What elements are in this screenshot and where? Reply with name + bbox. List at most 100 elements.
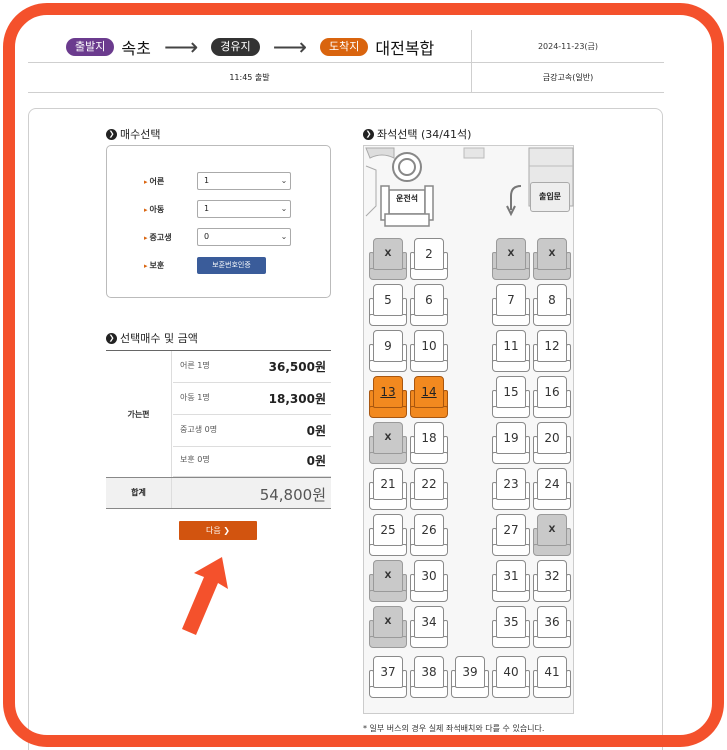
seat[interactable]: 19: [492, 422, 530, 466]
seat-number: 19: [496, 422, 526, 454]
seat-number: 18: [414, 422, 444, 454]
seat-number: 7: [496, 284, 526, 316]
veteran-cert-button[interactable]: 보훈번호인증: [197, 256, 266, 274]
seat-number: X: [373, 238, 403, 270]
bus-grade: 금강고속(일반): [542, 73, 594, 82]
count-label: 보훈: [144, 260, 165, 271]
seat[interactable]: 23: [492, 468, 530, 512]
count-section-title: ❯ 매수선택: [106, 126, 160, 142]
seat[interactable]: 35: [492, 606, 530, 650]
seat-number: 21: [373, 468, 403, 500]
travel-date: 2024-11-23(금): [537, 42, 599, 51]
seat[interactable]: 18: [410, 422, 448, 466]
seat[interactable]: 21: [369, 468, 407, 512]
seat-number: 32: [537, 560, 567, 592]
seat: X: [369, 560, 407, 604]
seat[interactable]: 40: [492, 656, 530, 700]
seat[interactable]: 32: [533, 560, 571, 604]
seat-number: 36: [537, 606, 567, 638]
seat-number: X: [537, 514, 567, 546]
seat-number: X: [537, 238, 567, 270]
seat-number: 30: [414, 560, 444, 592]
seat-number: 14: [414, 376, 444, 408]
seat[interactable]: 26: [410, 514, 448, 558]
seat[interactable]: 12: [533, 330, 571, 374]
seat[interactable]: 41: [533, 656, 571, 700]
departure-tag: 출발지: [66, 37, 115, 56]
bullet-icon: ❯: [363, 128, 374, 140]
adult-count-select[interactable]: 1 ⌄: [197, 172, 291, 190]
seat: X: [369, 238, 407, 282]
seat[interactable]: 30: [410, 560, 448, 604]
seat[interactable]: 15: [492, 376, 530, 420]
seat[interactable]: 36: [533, 606, 571, 650]
summary-section-title: ❯ 선택매수 및 금액: [106, 330, 198, 346]
seat: X: [369, 606, 407, 650]
seat[interactable]: 38: [410, 656, 448, 700]
next-button[interactable]: 다음 ❯: [179, 521, 257, 540]
seat[interactable]: 14: [410, 376, 448, 420]
seat-number: 24: [537, 468, 567, 500]
seat-number: 40: [496, 656, 526, 688]
seat-number: 15: [496, 376, 526, 408]
seat[interactable]: 5: [369, 284, 407, 328]
seat[interactable]: 16: [533, 376, 571, 420]
seat[interactable]: 2: [410, 238, 448, 282]
chevron-down-icon: ⌄: [280, 232, 288, 241]
bus-layout: X 2 X X 5 6 7 8 9 10 11 12 13 14 15 16 X 18 19 20 21 22 23 24 25…: [363, 145, 574, 714]
seat[interactable]: 34: [410, 606, 448, 650]
seat-number: 13: [373, 376, 403, 408]
seat-number: 5: [373, 284, 403, 316]
route-subheader: 11:45 출발 금강고속(일반): [28, 63, 664, 93]
chevron-down-icon: ⌄: [280, 204, 288, 213]
seat[interactable]: 6: [410, 284, 448, 328]
seat-number: 25: [373, 514, 403, 546]
arrival-city: 대전복합: [375, 38, 435, 58]
seat-number: X: [496, 238, 526, 270]
total-fare: 54,800원: [259, 486, 326, 504]
seat[interactable]: 20: [533, 422, 571, 466]
seat[interactable]: 24: [533, 468, 571, 512]
route-arrow-icon: ⟶: [272, 32, 308, 61]
seat[interactable]: 10: [410, 330, 448, 374]
route-header: 출발지 속초 ⟶ 경유지 ⟶ 도착지 대전복합 2024-11-23(금): [28, 30, 664, 92]
seat[interactable]: 7: [492, 284, 530, 328]
route-arrow-icon: ⟶: [163, 32, 199, 61]
door-label: 출입문: [530, 182, 570, 212]
seat-number: 2: [414, 238, 444, 270]
pointer-arrow-icon: [182, 557, 228, 635]
summary-total: 합계 54,800원: [106, 477, 331, 509]
bullet-icon: ❯: [106, 128, 117, 140]
seat[interactable]: 25: [369, 514, 407, 558]
seat: X: [533, 238, 571, 282]
seat-number: 8: [537, 284, 567, 316]
seat[interactable]: 13: [369, 376, 407, 420]
seat-number: 26: [414, 514, 444, 546]
seat[interactable]: 37: [369, 656, 407, 700]
seat[interactable]: 8: [533, 284, 571, 328]
seat-number: 41: [537, 656, 567, 688]
seat[interactable]: 31: [492, 560, 530, 604]
seat-section-title: ❯ 좌석선택 (34/41석): [363, 126, 471, 142]
bullet-icon: ❯: [106, 332, 117, 344]
summary-row: 보훈 0명 0원: [173, 445, 331, 477]
seat-number: 37: [373, 656, 403, 688]
summary-group-label: 가는편: [106, 351, 172, 477]
seat: X: [492, 238, 530, 282]
departure-city: 속초: [121, 38, 151, 58]
count-box: 어른 1 ⌄ 아동 1 ⌄ 중고생 0 ⌄ 보훈 보훈번호인증: [106, 145, 331, 298]
seat[interactable]: 27: [492, 514, 530, 558]
child-count-select[interactable]: 1 ⌄: [197, 200, 291, 218]
seat[interactable]: 22: [410, 468, 448, 512]
seat-number: X: [373, 560, 403, 592]
seat-number: 11: [496, 330, 526, 362]
seat-number: 31: [496, 560, 526, 592]
seat[interactable]: 39: [451, 656, 489, 700]
seat[interactable]: 9: [369, 330, 407, 374]
seat[interactable]: 11: [492, 330, 530, 374]
layout-note: * 일부 버스의 경우 실제 좌석배치와 다를 수 있습니다.: [363, 724, 545, 733]
seat-number: 10: [414, 330, 444, 362]
seat-number: 6: [414, 284, 444, 316]
student-count-select[interactable]: 0 ⌄: [197, 228, 291, 246]
driver-label: 운전석: [395, 194, 419, 203]
